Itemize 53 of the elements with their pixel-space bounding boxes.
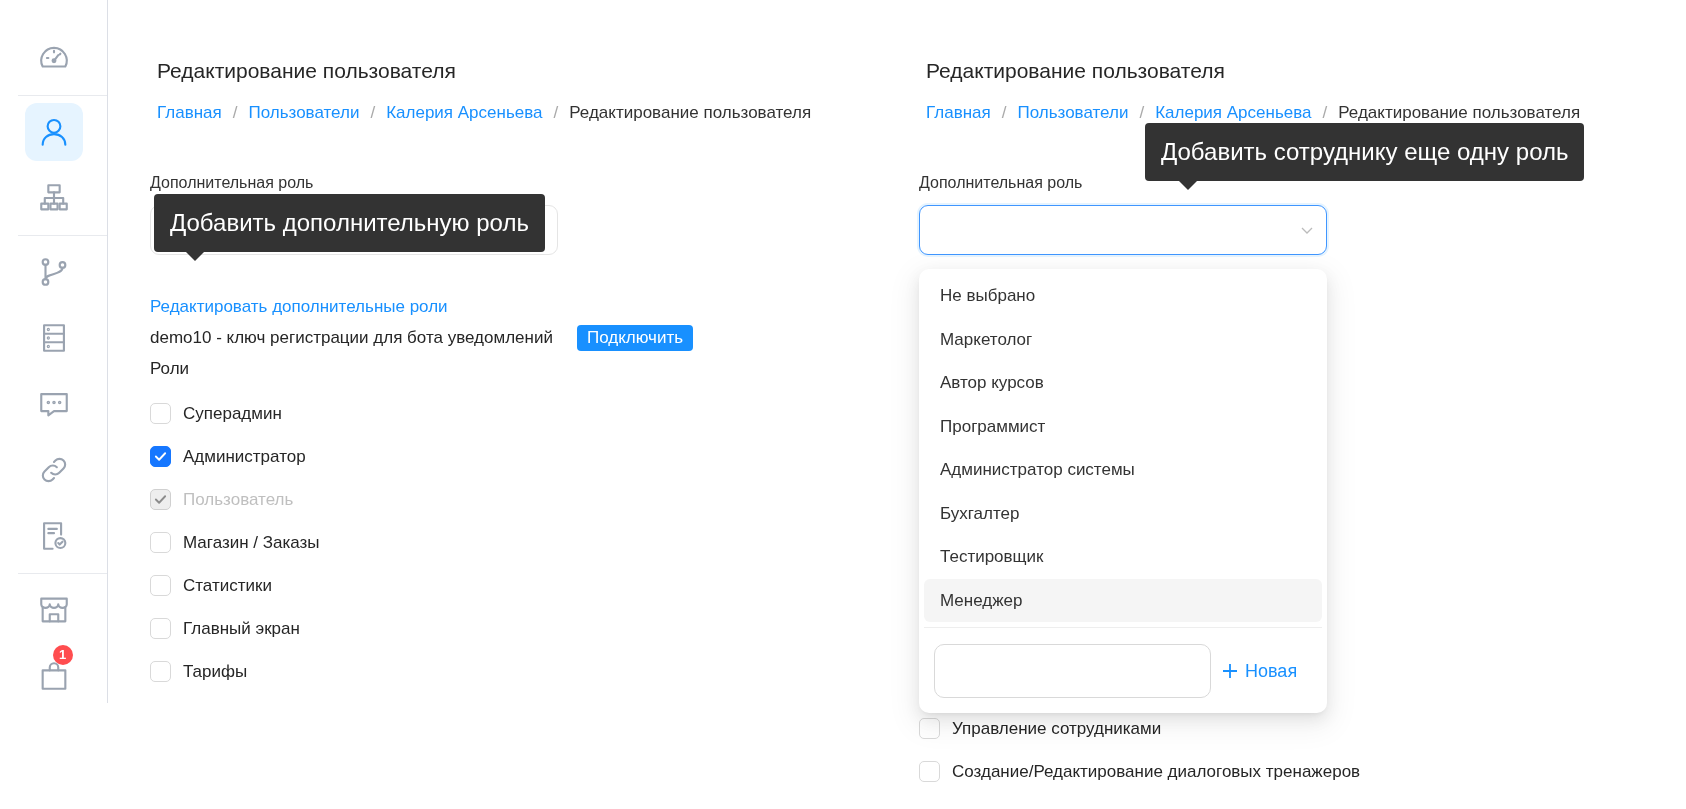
breadcrumb-link[interactable]: Главная bbox=[926, 103, 991, 122]
breadcrumb-separator: / bbox=[1001, 103, 1007, 122]
checkbox-label: Магазин / Заказы bbox=[183, 531, 320, 554]
roles-heading: Роли bbox=[150, 358, 191, 380]
breadcrumb-link[interactable]: Пользователи bbox=[248, 103, 360, 122]
tooltip-arrow bbox=[1179, 181, 1197, 190]
dropdown-option[interactable]: Администратор системы bbox=[924, 448, 1322, 492]
edit-roles-link[interactable]: Редактировать дополнительные роли bbox=[150, 296, 448, 318]
tooltip-arrow bbox=[186, 252, 204, 261]
dropdown-option[interactable]: Тестировщик bbox=[924, 535, 1322, 579]
dropdown-option[interactable]: Бухгалтер bbox=[924, 491, 1322, 535]
sidebar-button[interactable]: 1 bbox=[24, 647, 83, 705]
dropdown-option[interactable]: Не выбрано bbox=[924, 274, 1322, 318]
field-label: Дополнительная роль bbox=[150, 173, 314, 193]
breadcrumb-current: Редактирование пользователя bbox=[1338, 103, 1581, 122]
breadcrumb-separator: / bbox=[232, 103, 238, 122]
breadcrumb-separator: / bbox=[553, 103, 559, 122]
checkbox-label: Пользователь bbox=[183, 488, 294, 511]
new-role-input[interactable] bbox=[934, 644, 1211, 698]
new-role-button[interactable]: Новая bbox=[1221, 657, 1298, 685]
field-label: Дополнительная роль bbox=[919, 173, 1083, 193]
select-field[interactable] bbox=[919, 205, 1327, 255]
bot-key-text: demo10 - ключ регистрации для бота уведомлений bbox=[150, 327, 553, 349]
breadcrumb-separator: / bbox=[1322, 103, 1328, 122]
dropdown-option[interactable]: Маркетолог bbox=[924, 317, 1322, 361]
breadcrumb-link[interactable]: Главная bbox=[157, 103, 222, 122]
checkbox-label: Создание/Редактирование диалоговых тренажеров bbox=[952, 760, 1361, 783]
connect-button[interactable]: Подключить bbox=[576, 325, 694, 351]
check-icon bbox=[154, 493, 167, 506]
breadcrumb-link[interactable]: Калерия Арсеньева bbox=[1155, 103, 1312, 122]
checkbox-label: Статистики bbox=[183, 574, 272, 597]
dropdown-option[interactable]: Программист bbox=[924, 404, 1322, 448]
checkbox-label: Управление сотрудниками bbox=[952, 717, 1162, 740]
dropdown-option[interactable]: Автор курсов bbox=[924, 361, 1322, 405]
checkbox-label: Главный экран bbox=[183, 617, 300, 640]
sidebar-button[interactable] bbox=[24, 103, 83, 161]
checkbox[interactable] bbox=[150, 446, 171, 467]
checkbox-label: Администратор bbox=[183, 445, 306, 468]
page-title: Редактирование пользователя bbox=[926, 58, 1226, 84]
plus-icon bbox=[1221, 662, 1239, 680]
checkbox-label: Тарифы bbox=[183, 660, 248, 683]
check-icon bbox=[154, 450, 167, 463]
notification-badge: 1 bbox=[52, 645, 73, 665]
breadcrumb-separator: / bbox=[1139, 103, 1145, 122]
breadcrumb-link[interactable]: Пользователи bbox=[1017, 103, 1129, 122]
page-title: Редактирование пользователя bbox=[157, 58, 457, 84]
dropdown-option[interactable]: Менеджер bbox=[924, 578, 1322, 622]
breadcrumb-link[interactable]: Калерия Арсеньева bbox=[386, 103, 543, 122]
checkbox-label: Суперадмин bbox=[183, 402, 282, 425]
tooltip: Добавить сотруднику еще одну роль bbox=[1145, 123, 1585, 181]
breadcrumb-current: Редактирование пользователя bbox=[569, 103, 812, 122]
tooltip: Добавить дополнительную роль bbox=[154, 194, 545, 252]
breadcrumb-separator: / bbox=[370, 103, 376, 122]
